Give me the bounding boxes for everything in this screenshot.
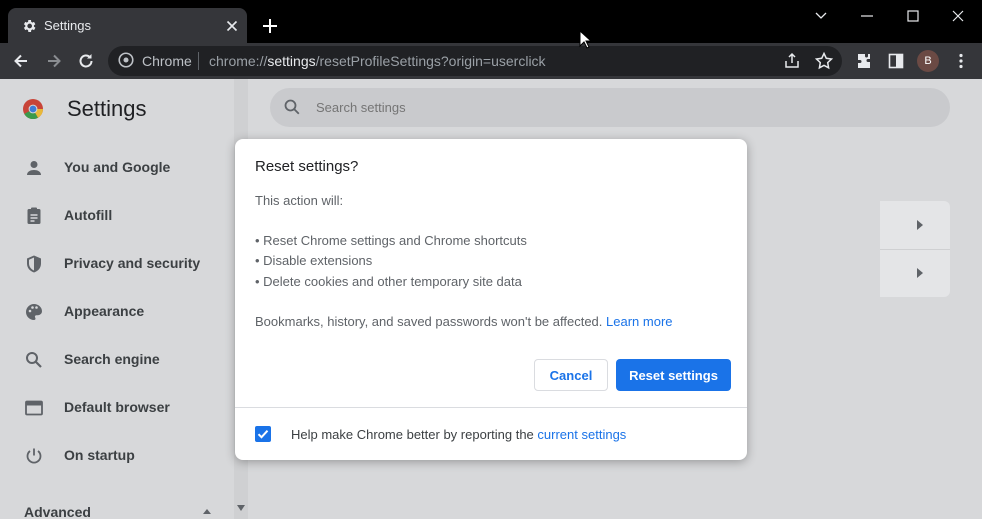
- tab-title: Settings: [44, 18, 91, 33]
- dialog-title: Reset settings?: [255, 158, 359, 175]
- cancel-button[interactable]: Cancel: [534, 359, 608, 391]
- chevron-right-icon[interactable]: [917, 268, 923, 278]
- mouse-cursor-icon: [579, 30, 593, 49]
- search-icon: [26, 352, 42, 368]
- sidebar-item-you-and-google[interactable]: You and Google: [0, 143, 234, 191]
- new-tab-icon[interactable]: [260, 16, 280, 36]
- sidebar-item-label: Autofill: [64, 207, 113, 223]
- sidebar-item-label: You and Google: [64, 159, 171, 175]
- maximize-icon[interactable]: [903, 6, 923, 26]
- dialog-intro: This action will:: [255, 193, 344, 208]
- title-bar: Settings: [0, 0, 982, 43]
- extensions-puzzle-icon[interactable]: [854, 51, 874, 71]
- reload-icon[interactable]: [76, 51, 96, 71]
- omnibox-divider: [198, 52, 199, 70]
- card-divider: [880, 249, 950, 250]
- chrome-site-icon: [118, 52, 134, 68]
- forward-icon[interactable]: [44, 51, 64, 71]
- gear-icon: [23, 20, 36, 32]
- scroll-down-arrow-icon[interactable]: [237, 505, 245, 511]
- sidebar-item-label: Search engine: [64, 351, 160, 367]
- checkmark-icon: [257, 430, 269, 439]
- sidebar-item-default-browser[interactable]: Default browser: [0, 383, 234, 431]
- sidebar-item-label: Appearance: [64, 303, 145, 319]
- menu-dots-icon[interactable]: [951, 51, 971, 71]
- chevron-right-icon[interactable]: [917, 220, 923, 230]
- dialog-bullet: • Reset Chrome settings and Chrome short…: [255, 233, 527, 248]
- chrome-logo-icon: [23, 99, 44, 120]
- url-scheme: chrome://: [209, 53, 268, 69]
- sidebar-advanced[interactable]: Advanced: [24, 504, 91, 519]
- palette-icon: [26, 304, 42, 320]
- minimize-icon[interactable]: [857, 6, 877, 26]
- person-icon: [27, 161, 41, 175]
- reset-section-card: [880, 201, 950, 297]
- note-text: Bookmarks, history, and saved passwords …: [255, 314, 603, 329]
- window-close-icon[interactable]: [948, 6, 968, 26]
- page-title: Settings: [67, 96, 147, 121]
- reset-settings-dialog: Reset settings? This action will: • Rese…: [235, 139, 747, 460]
- dialog-divider: [235, 407, 747, 408]
- dialog-bullet: • Disable extensions: [255, 253, 373, 268]
- reset-settings-button[interactable]: Reset settings: [616, 359, 731, 391]
- settings-search[interactable]: [270, 88, 950, 127]
- caret-up-icon[interactable]: [202, 507, 212, 515]
- url-text: chrome://settings/resetProfileSettings?o…: [209, 53, 546, 69]
- footer-text: Help make Chrome better by reporting the: [291, 427, 534, 442]
- sidebar-item-appearance[interactable]: Appearance: [0, 287, 234, 335]
- report-settings-label: Help make Chrome better by reporting the…: [291, 427, 626, 442]
- avatar[interactable]: B: [917, 50, 939, 72]
- power-icon: [26, 448, 42, 464]
- share-icon[interactable]: [782, 51, 802, 71]
- browser-window-icon: [25, 400, 43, 416]
- current-settings-link[interactable]: current settings: [537, 427, 626, 442]
- search-icon: [284, 99, 300, 115]
- sidebar-item-label: On startup: [64, 447, 135, 463]
- sidebar-item-autofill[interactable]: Autofill: [0, 191, 234, 239]
- url-host: settings: [267, 53, 316, 69]
- dialog-note: Bookmarks, history, and saved passwords …: [255, 314, 673, 329]
- site-label: Chrome: [142, 53, 192, 69]
- side-panel-icon[interactable]: [886, 51, 906, 71]
- back-icon[interactable]: [11, 51, 31, 71]
- star-icon[interactable]: [814, 51, 834, 71]
- sidebar-item-privacy[interactable]: Privacy and security: [0, 239, 234, 287]
- learn-more-link[interactable]: Learn more: [606, 314, 672, 329]
- shield-icon: [27, 255, 41, 273]
- chevron-down-icon[interactable]: [811, 6, 831, 26]
- sidebar-item-label: Privacy and security: [64, 255, 201, 271]
- sidebar-item-on-startup[interactable]: On startup: [0, 431, 234, 479]
- report-settings-checkbox[interactable]: [255, 426, 271, 442]
- sidebar-item-search-engine[interactable]: Search engine: [0, 335, 234, 383]
- browser-toolbar: Chrome chrome://settings/resetProfileSet…: [0, 43, 982, 79]
- dialog-bullet: • Delete cookies and other temporary sit…: [255, 274, 522, 289]
- search-input[interactable]: [316, 100, 716, 115]
- sidebar-item-label: Default browser: [64, 399, 170, 415]
- tab-settings[interactable]: Settings: [8, 8, 247, 43]
- close-icon[interactable]: [223, 17, 241, 35]
- clipboard-icon: [27, 207, 41, 224]
- address-bar[interactable]: Chrome chrome://settings/resetProfileSet…: [108, 46, 842, 76]
- url-path: /resetProfileSettings?origin=userclick: [315, 53, 546, 69]
